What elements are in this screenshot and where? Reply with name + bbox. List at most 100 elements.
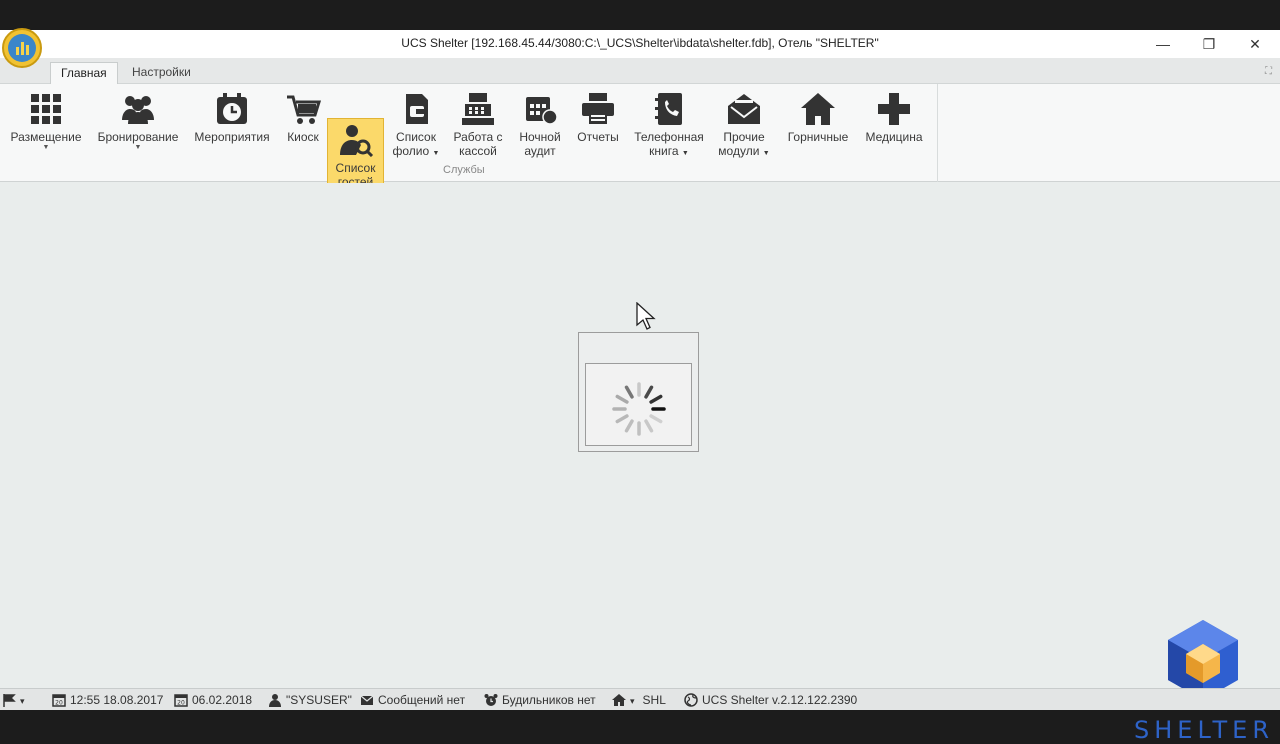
ribbon-group-label: Службы [443, 164, 485, 176]
ribbon-button-night-audit[interactable]: Ночной аудит [514, 88, 566, 160]
phonebook-icon [655, 93, 682, 125]
status-hotel[interactable]: ▾ SHL [612, 692, 666, 708]
dropdown-arrow-icon: ▼ [681, 150, 689, 157]
status-user: "SYSUSER" [268, 692, 352, 708]
messages-text: Сообщений нет [378, 693, 466, 707]
main-content-area [0, 183, 1280, 688]
calendar-icon: 20 [174, 694, 188, 707]
loading-spinner-icon [612, 382, 666, 436]
mail-icon [360, 695, 374, 705]
ribbon-button-label-line1: Список [335, 161, 376, 175]
shelter-wordmark: SHELTER [1134, 716, 1275, 744]
ribbon-button-maids[interactable]: Горничные [782, 88, 854, 160]
ribbon-button-label: Медицина [865, 130, 923, 144]
flag-icon [3, 694, 16, 707]
close-button[interactable]: ✕ [1232, 30, 1278, 58]
night-audit-icon [526, 97, 558, 125]
ribbon-button-label: Отчеты [577, 130, 619, 144]
ribbon-button-label: Размещение [10, 130, 82, 144]
ribbon-button-kiosk[interactable]: Киоск [282, 88, 324, 160]
ribbon-collapse-icon[interactable]: ⛶ [1265, 66, 1272, 77]
ribbon-button-guest-list[interactable]: Список гостей [327, 118, 384, 190]
dropdown-arrow-icon: ▼ [42, 144, 50, 151]
status-flag[interactable]: ▾ [2, 692, 25, 708]
printer-icon [582, 93, 614, 124]
title-bar: UCS Shelter [192.168.45.44/3080:C:\_UCS\… [0, 30, 1280, 58]
ribbon-button-label-line1: Список [396, 130, 436, 144]
house-icon [801, 93, 835, 125]
ribbon-button-label-line2: фолио ▼ [388, 144, 444, 161]
maximize-button[interactable]: ❐ [1186, 30, 1232, 58]
calendar-clock-icon [217, 93, 247, 124]
minimize-button[interactable]: — [1140, 30, 1186, 58]
guest-search-icon [339, 125, 373, 157]
ribbon-button-label-text: книга [649, 144, 679, 158]
ribbon-button-label: Киоск [287, 130, 319, 144]
status-work-date: 20 06.02.2018 [174, 692, 252, 708]
ribbon-button-events[interactable]: Мероприятия [190, 88, 274, 160]
globe-icon [684, 693, 698, 707]
ribbon-tab-bar: Главная Настройки ⛶ [0, 58, 1280, 84]
ribbon-button-label-line1: Работа с [453, 130, 503, 144]
folio-icon [406, 94, 428, 124]
ribbon-button-label-line2: кассой [459, 144, 497, 158]
home-dropdown-arrow: ▾ [630, 696, 635, 706]
loading-panel [585, 363, 692, 446]
status-alarms[interactable]: Будильников нет [484, 692, 596, 708]
ribbon-button-label-line1: Ночной [519, 130, 561, 144]
people-icon [122, 96, 154, 124]
window-title: UCS Shelter [192.168.45.44/3080:C:\_UCS\… [401, 36, 879, 50]
dropdown-arrow-icon: ▼ [762, 150, 770, 157]
ribbon-button-booking[interactable]: Бронирование ▼ [94, 88, 182, 160]
ribbon-button-label-line2: модули ▼ [714, 144, 774, 161]
dropdown-arrow-icon: ▼ [134, 144, 142, 151]
ribbon-button-label: Бронирование [97, 130, 179, 144]
user-text: "SYSUSER" [286, 693, 352, 707]
status-version: UCS Shelter v.2.12.122.2390 [684, 692, 857, 708]
cart-icon [287, 95, 321, 124]
ribbon-button-medicine[interactable]: Медицина [862, 88, 926, 160]
ribbon-group-services: Размещение ▼ Бронирование ▼ Мероприятия … [0, 84, 938, 190]
status-messages[interactable]: Сообщений нет [360, 692, 465, 708]
ribbon-button-placement[interactable]: Размещение ▼ [8, 88, 84, 160]
ribbon-button-phonebook[interactable]: Телефонная книга ▼ [630, 88, 708, 160]
grid-icon [31, 94, 61, 124]
ribbon: Размещение ▼ Бронирование ▼ Мероприятия … [0, 84, 1280, 190]
status-login-time: 20 12:55 18.08.2017 [52, 692, 163, 708]
bottom-strip [0, 710, 1280, 720]
login-time-text: 12:55 18.08.2017 [70, 693, 164, 707]
ribbon-button-label: Мероприятия [194, 130, 270, 144]
work-date-text: 06.02.2018 [192, 693, 253, 707]
hotel-code-text: SHL [642, 693, 666, 707]
application-window: UCS Shelter [192.168.45.44/3080:C:\_UCS\… [0, 28, 1280, 744]
cash-register-icon [462, 93, 494, 125]
home-icon [612, 694, 626, 706]
alarm-clock-icon [484, 694, 498, 706]
ribbon-button-label-line1: Прочие [723, 130, 765, 144]
ribbon-button-other-modules[interactable]: Прочие модули ▼ [714, 88, 774, 160]
ribbon-button-folio-list[interactable]: Список фолио ▼ [388, 88, 444, 160]
status-bar: ▾ 20 12:55 18.08.2017 20 06.02.2018 "SYSUS… [0, 688, 1280, 710]
user-icon [269, 694, 281, 707]
flag-dropdown-arrow: ▾ [20, 696, 25, 706]
mouse-cursor-icon [636, 302, 656, 330]
version-text: UCS Shelter v.2.12.122.2390 [702, 693, 858, 707]
loading-dialog [578, 332, 699, 452]
ribbon-button-label: Горничные [787, 130, 849, 144]
ribbon-button-label-text: модули [718, 144, 760, 158]
ribbon-button-cash-register[interactable]: Работа с кассой [450, 88, 506, 160]
alarms-text: Будильников нет [502, 693, 596, 707]
ribbon-button-label-line2: книга ▼ [630, 144, 708, 161]
ribbon-button-label-line1: Телефонная [634, 130, 704, 144]
ribbon-button-label-text: фолио [392, 144, 430, 158]
ribbon-button-label-line2: аудит [524, 144, 556, 158]
calendar-icon: 20 [52, 694, 66, 707]
app-logo-icon[interactable] [2, 28, 42, 68]
envelope-icon [728, 94, 760, 124]
svg-text:20: 20 [177, 700, 185, 707]
medical-cross-icon [878, 93, 910, 125]
tab-settings[interactable]: Настройки [122, 62, 201, 84]
dropdown-arrow-icon: ▼ [432, 150, 440, 157]
ribbon-button-reports[interactable]: Отчеты [574, 88, 622, 160]
tab-main[interactable]: Главная [50, 62, 118, 84]
